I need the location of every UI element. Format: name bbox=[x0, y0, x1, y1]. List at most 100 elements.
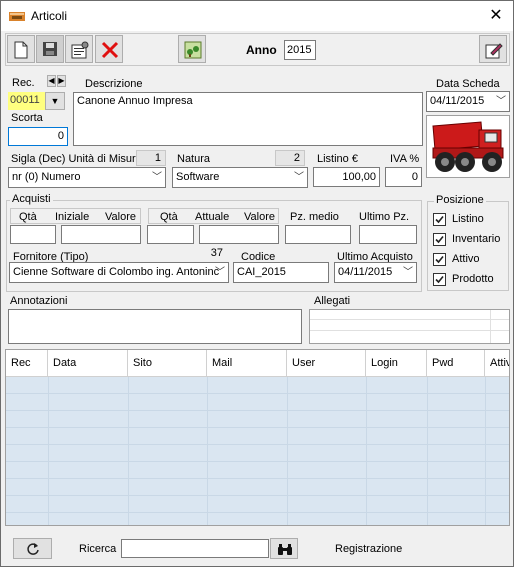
app-icon bbox=[9, 12, 25, 21]
qta-attuale-label: Qtà bbox=[160, 211, 178, 223]
delete-button[interactable] bbox=[95, 35, 123, 63]
data-scheda-value: 04/11/2015 bbox=[430, 95, 485, 107]
valore-iniziale-input[interactable] bbox=[61, 225, 141, 244]
pz-medio-input[interactable] bbox=[285, 225, 351, 244]
fornitore-select[interactable]: Cienne Software di Colombo ing. Antoninc… bbox=[9, 262, 229, 283]
tree-icon bbox=[184, 41, 202, 59]
new-icon bbox=[14, 41, 28, 59]
rec-dropdown-button[interactable]: ▼ bbox=[45, 92, 65, 110]
col-rec[interactable]: Rec bbox=[6, 350, 48, 377]
col-pwd[interactable]: Pwd bbox=[427, 350, 485, 377]
iva-input[interactable]: 0 bbox=[385, 167, 422, 187]
chevron-down-icon: ﹀ bbox=[294, 172, 304, 183]
descrizione-label: Descrizione bbox=[85, 78, 143, 90]
chevron-down-icon: ﹀ bbox=[152, 172, 162, 183]
records-grid[interactable]: Rec Data Sito Mail User Login Pwd Attiv bbox=[5, 349, 510, 526]
acquisti-label: Acquisti bbox=[10, 193, 53, 205]
refresh-icon bbox=[27, 543, 39, 555]
check-icon bbox=[435, 255, 444, 264]
attivo-checkbox-label: Attivo bbox=[452, 253, 480, 265]
attivo-checkbox[interactable] bbox=[433, 253, 446, 266]
new-button[interactable] bbox=[7, 35, 35, 63]
chevron-down-icon: ﹀ bbox=[496, 96, 506, 107]
sigla-count: 1 bbox=[136, 150, 166, 166]
refresh-button[interactable] bbox=[13, 538, 52, 559]
sigla-select[interactable]: nr (0) Numero ﹀ bbox=[8, 167, 166, 188]
close-button[interactable]: ✕ bbox=[479, 1, 513, 31]
col-user[interactable]: User bbox=[287, 350, 366, 377]
listino-checkbox[interactable] bbox=[433, 213, 446, 226]
rec-prev-button[interactable]: ◀ bbox=[47, 75, 56, 87]
qta-attuale-input[interactable] bbox=[147, 225, 194, 244]
annotazioni-label: Annotazioni bbox=[10, 295, 68, 307]
prodotto-checkbox-label: Prodotto bbox=[452, 273, 494, 285]
inventario-checkbox[interactable] bbox=[433, 233, 446, 246]
rec-next-button[interactable]: ▶ bbox=[57, 75, 66, 87]
col-sito[interactable]: Sito bbox=[128, 350, 207, 377]
data-scheda-label: Data Scheda bbox=[436, 78, 500, 90]
col-mail[interactable]: Mail bbox=[207, 350, 287, 377]
properties-icon bbox=[71, 41, 89, 59]
natura-value: Software bbox=[176, 171, 220, 183]
check-icon bbox=[435, 215, 444, 224]
grid-header: Rec Data Sito Mail User Login Pwd Attiv bbox=[6, 350, 509, 377]
annotazioni-textarea[interactable] bbox=[8, 309, 302, 344]
natura-label: Natura bbox=[177, 153, 211, 165]
valore-iniziale-label: Valore bbox=[105, 211, 136, 223]
title-bar: Articoli ✕ bbox=[1, 1, 513, 31]
qta-iniziale-input[interactable] bbox=[10, 225, 56, 244]
rec-input[interactable]: 00011 bbox=[8, 92, 45, 110]
col-login[interactable]: Login bbox=[366, 350, 427, 377]
listino-checkbox-label: Listino bbox=[452, 213, 484, 225]
inventario-checkbox-label: Inventario bbox=[452, 233, 501, 245]
sigla-value: nr (0) Numero bbox=[12, 171, 81, 183]
col-data[interactable]: Data bbox=[48, 350, 128, 377]
descrizione-textarea[interactable]: Canone Annuo Impresa bbox=[73, 92, 423, 146]
anno-label: Anno bbox=[246, 43, 277, 57]
ricerca-label: Ricerca bbox=[79, 543, 117, 555]
edit-note-button[interactable] bbox=[479, 35, 507, 63]
valore-attuale-label: Valore bbox=[244, 211, 275, 223]
scorta-label: Scorta bbox=[11, 112, 43, 124]
search-button[interactable] bbox=[270, 538, 298, 559]
iniziale-label: Iniziale bbox=[55, 211, 90, 223]
save-icon bbox=[43, 42, 57, 56]
fornitore-value: Cienne Software di Colombo ing. Antoninc bbox=[13, 266, 220, 278]
save-button[interactable] bbox=[36, 35, 64, 63]
attuale-label: Attuale bbox=[195, 211, 230, 223]
ricerca-input[interactable] bbox=[121, 539, 269, 558]
natura-select[interactable]: Software ﹀ bbox=[172, 167, 308, 188]
natura-count: 2 bbox=[275, 150, 305, 166]
allegati-label: Allegati bbox=[314, 295, 351, 307]
check-icon bbox=[435, 275, 444, 284]
sigla-label: Sigla (Dec) Unità di Misura bbox=[11, 153, 142, 165]
fornitore-count: 37 bbox=[197, 246, 227, 262]
rec-label: Rec. bbox=[12, 77, 35, 89]
anno-input[interactable]: 2015 bbox=[284, 40, 316, 60]
grid-body[interactable] bbox=[6, 377, 509, 525]
chevron-down-icon: ﹀ bbox=[215, 267, 225, 278]
allegati-list[interactable] bbox=[309, 309, 510, 344]
check-icon bbox=[435, 235, 444, 244]
listino-input[interactable]: 100,00 bbox=[313, 167, 380, 187]
pz-medio-label: Pz. medio bbox=[290, 211, 339, 223]
ultimo-acquisto-picker[interactable]: 04/11/2015 ﹀ bbox=[334, 262, 417, 283]
valore-attuale-input[interactable] bbox=[199, 225, 279, 244]
col-attivo[interactable]: Attiv bbox=[485, 350, 509, 377]
ultimo-pz-input[interactable] bbox=[359, 225, 417, 244]
scorta-input[interactable]: 0 bbox=[8, 127, 68, 146]
ultimo-acquisto-value: 04/11/2015 bbox=[338, 266, 393, 278]
properties-button[interactable] bbox=[65, 35, 93, 63]
registrazione-label: Registrazione bbox=[335, 543, 403, 555]
prodotto-checkbox[interactable] bbox=[433, 273, 446, 286]
codice-input[interactable]: CAI_2015 bbox=[233, 262, 329, 283]
data-scheda-picker[interactable]: 04/11/2015 ﹀ bbox=[426, 91, 510, 112]
tree-view-button[interactable] bbox=[178, 35, 206, 63]
qta-iniziale-label: Qtà bbox=[19, 211, 37, 223]
delete-icon bbox=[101, 41, 119, 59]
listino-label: Listino € bbox=[317, 153, 358, 165]
window-title: Articoli bbox=[31, 9, 68, 23]
articoli-window: Articoli ✕ Anno 2015 Rec. ◀ ▶ 00011 ▼ De… bbox=[0, 0, 514, 567]
dump-truck-icon bbox=[432, 121, 504, 172]
ultimo-pz-label: Ultimo Pz. bbox=[359, 211, 410, 223]
